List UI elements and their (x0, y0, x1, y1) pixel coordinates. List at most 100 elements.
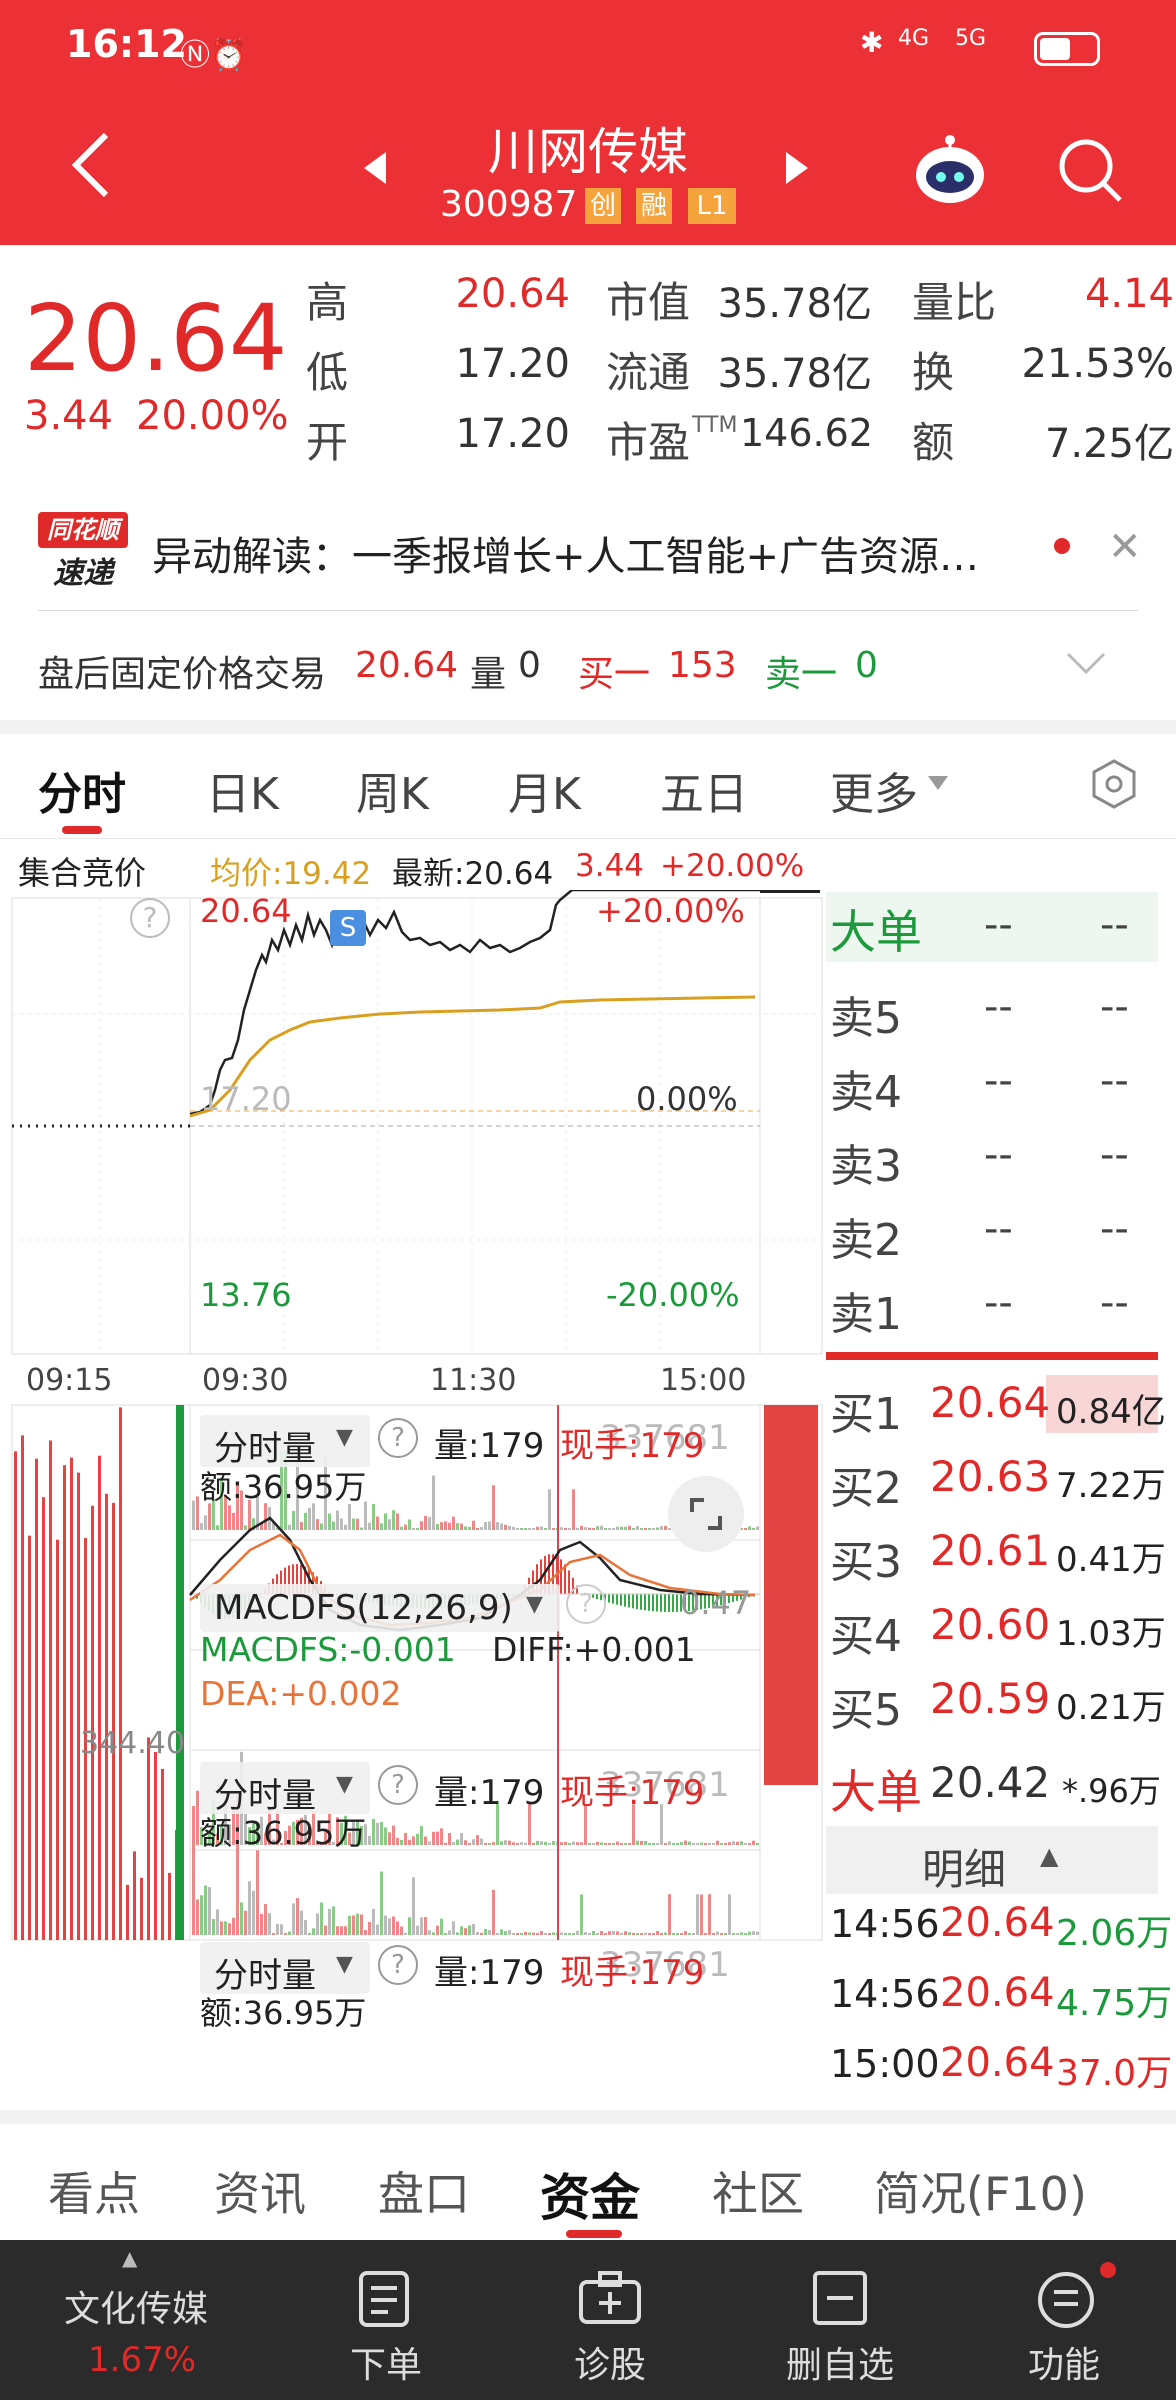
sell1-label: 卖1 (830, 1289, 902, 1340)
tick-time: 14:56 (830, 1972, 940, 2016)
amount-value: 7.25亿 (1044, 421, 1174, 467)
indicator-selector-vol2[interactable]: 分时量 ▼ (200, 1762, 370, 1816)
help-icon[interactable]: ? (566, 1584, 606, 1624)
sell4-label: 卖4 (830, 1067, 902, 1118)
action-bar: ▲ 文化传媒 1.67% 下单 诊股 删自选 功能 (0, 2240, 1176, 2400)
svg-text:15:00: 15:00 (660, 1363, 746, 1398)
detail-toggle[interactable]: 明细 ▲ (826, 1826, 1158, 1894)
order-form-icon (359, 2271, 409, 2327)
bluetooth-icon: ✱ (860, 26, 884, 59)
big-order-label-2: 大单 (830, 1765, 922, 1819)
amount-value: 额:36.95万 (200, 1814, 367, 1852)
tick-price: 20.64 (940, 1970, 1055, 2016)
prev-stock-icon[interactable] (360, 148, 390, 188)
buy5-label: 买5 (830, 1685, 902, 1736)
buy5-vol: 0.21万 (1056, 1688, 1166, 1728)
sell2-vol: -- (1100, 1206, 1129, 1252)
volume-bars (192, 1840, 759, 1935)
after-hours-sell-label: 卖一 (765, 654, 838, 695)
tag-chuang: 创 (585, 188, 621, 224)
float-value: 35.78亿 (717, 351, 872, 397)
price-axis-low: 13.76 (200, 1276, 292, 1314)
spread-divider (826, 1352, 1158, 1360)
after-hours-label: 盘后固定价格交易 (38, 654, 327, 695)
amount-value: 额:36.95万 (200, 1468, 367, 1506)
indicator-selector-vol3[interactable]: 分时量 ▼ (200, 1942, 370, 1996)
tab-f10-profile[interactable]: 简况(F10) (874, 2158, 1087, 2224)
signal-5g: 5G (955, 26, 987, 51)
robot-assistant-icon[interactable] (910, 130, 990, 210)
diagnose-kit-icon (579, 2271, 641, 2324)
tab-fund-flow[interactable]: 资金 (540, 2158, 640, 2230)
turnover-label: 换 (912, 348, 955, 397)
svg-text:09:30: 09:30 (202, 1363, 288, 1398)
search-icon[interactable] (1058, 138, 1124, 204)
tab-community[interactable]: 社区 (712, 2158, 804, 2224)
section-gap (0, 2110, 1176, 2124)
remove-square-icon (813, 2271, 867, 2325)
help-icon[interactable]: ? (378, 1765, 418, 1805)
latest-change: 3.44 (575, 848, 645, 884)
buy3-label: 买3 (830, 1537, 902, 1588)
buy3-price: 20.61 (930, 1526, 1051, 1575)
macd-scale: 0.47 (680, 1584, 752, 1622)
notification-dot (1100, 2262, 1116, 2278)
indicator-selector-vol1[interactable]: 分时量 ▼ (200, 1415, 370, 1469)
amount-label: 额 (912, 418, 955, 467)
help-icon[interactable]: ? (130, 898, 170, 938)
news-close-icon[interactable]: ✕ (1108, 524, 1142, 570)
tab-five-day[interactable]: 五日 (660, 758, 748, 822)
tab-quote-board[interactable]: 盘口 (378, 2158, 470, 2224)
status-time: 16:12 (66, 22, 187, 66)
tab-news[interactable]: 资讯 (214, 2158, 306, 2224)
after-hours-price: 20.64 (355, 645, 459, 686)
pct-axis-mid: 0.00% (636, 1080, 738, 1118)
after-hours-vol: 0 (518, 645, 541, 686)
big-order-label: 大单 (830, 905, 922, 959)
pct-axis-low: -20.00% (606, 1276, 740, 1314)
buy5-price: 20.59 (930, 1674, 1051, 1723)
news-headline[interactable]: 异动解读：一季报增长+人工智能+广告资源… (152, 524, 979, 582)
expand-chevron-icon[interactable] (1066, 652, 1106, 676)
buy1-vol: 0.84亿 (1056, 1392, 1166, 1432)
news-unread-dot (1054, 538, 1070, 554)
functions-button[interactable]: 功能 (1000, 2240, 1140, 2400)
nfc-icon: Ⓝ⏰ (180, 38, 248, 73)
sector-button[interactable]: ▲ 文化传媒 1.67% (0, 2240, 270, 2400)
signal-s-badge[interactable]: S (330, 910, 366, 946)
tab-more[interactable]: 更多 (830, 758, 918, 822)
order-button[interactable]: 下单 (320, 2240, 450, 2400)
help-icon[interactable]: ? (378, 1945, 418, 1985)
ths-logo: 同花顺 速递 (38, 512, 128, 591)
vol-value: 量:179 (434, 1773, 545, 1813)
back-icon[interactable] (66, 130, 116, 200)
remove-watchlist-button[interactable]: 删自选 (770, 2240, 910, 2400)
latest-change-pct: +20.00% (660, 848, 805, 884)
tab-weekly-k[interactable]: 周K (356, 758, 429, 822)
buy4-vol: 1.03万 (1056, 1614, 1166, 1654)
after-hours-buy: 153 (668, 645, 737, 686)
tab-monthly-k[interactable]: 月K (508, 758, 581, 822)
quote-panel: 20.64 3.44 20.00% 高 20.64 低 17.20 开 17.2… (0, 245, 1176, 485)
tab-active-indicator (62, 826, 102, 834)
volume-scale: 344.40 (80, 1726, 185, 1761)
tab-highlights[interactable]: 看点 (48, 2158, 140, 2224)
tab-intraday[interactable]: 分时 (38, 758, 126, 822)
signal-4g: 4G (898, 26, 930, 51)
after-hours-sell: 0 (855, 645, 878, 686)
diagnose-button[interactable]: 诊股 (540, 2240, 680, 2400)
indicator-selector-macd[interactable]: MACDFS(12,26,9) ▼ (200, 1584, 560, 1632)
open-value: 17.20 (455, 411, 570, 457)
current-hand: 现手:179 (560, 1426, 705, 1466)
after-hours-buy-label: 买一 (578, 654, 651, 695)
mcap-label: 市值 (606, 278, 691, 327)
next-stock-icon[interactable] (782, 148, 812, 188)
tab-daily-k[interactable]: 日K (206, 758, 279, 822)
buy2-vol: 7.22万 (1056, 1466, 1166, 1506)
fullscreen-icon[interactable] (668, 1476, 744, 1552)
tick-volume: 4.75万 (1056, 1983, 1173, 2024)
after-hours-vol-label: 量 (470, 654, 507, 695)
help-icon[interactable]: ? (378, 1418, 418, 1458)
chart-settings-icon[interactable] (1088, 758, 1140, 810)
float-label: 流通 (606, 348, 691, 397)
